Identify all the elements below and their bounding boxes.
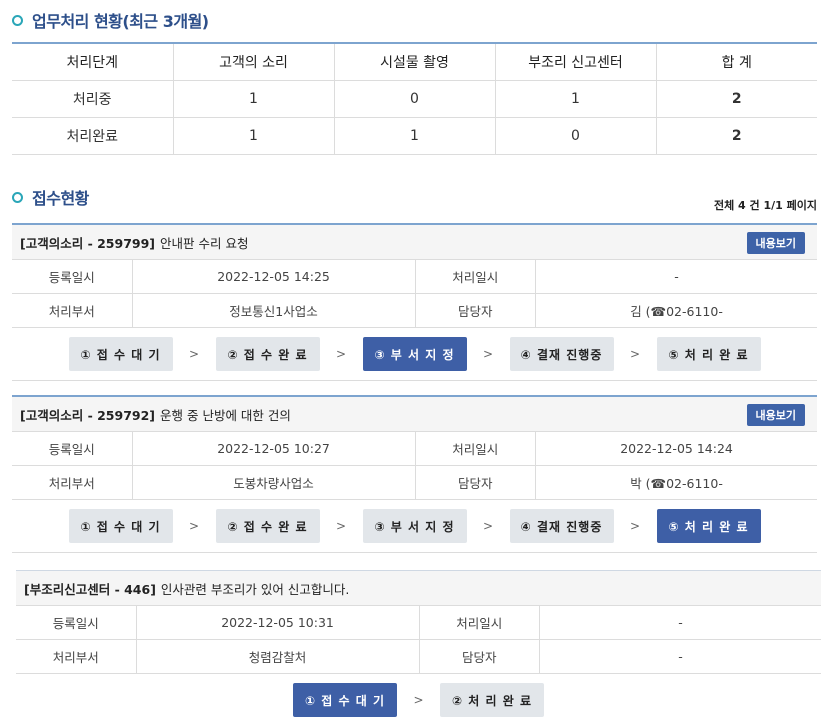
step-button-3[interactable]: ③ 부 서 지 정 [362, 509, 467, 543]
card-tag: [부조리신고센터 - 446] [24, 581, 156, 597]
label-dept: 처리부서 [48, 476, 95, 491]
value-dept: 청렴감찰처 [135, 640, 419, 673]
section-title-status: 업무처리 현황(최근 3개월) [12, 8, 209, 32]
info-row: 등록일시 2022-12-05 10:31 처리일시 - [16, 606, 821, 640]
step-separator: > [188, 519, 200, 533]
label-dept: 처리부서 [48, 304, 95, 319]
summary-header: 고객의 소리 [172, 42, 334, 81]
step-button-4[interactable]: ④ 결재 진행중 [509, 337, 614, 371]
step-button-2[interactable]: ② 접 수 완 료 [215, 337, 320, 371]
card-header: [부조리신고센터 - 446] 인사관련 부조리가 있어 신고합니다. [16, 571, 821, 606]
table-cell: 0 [333, 80, 495, 118]
step-separator: > [335, 519, 347, 533]
step-separator: > [413, 693, 424, 707]
label-reg-date: 등록일시 [48, 270, 95, 285]
label-manager: 담당자 [414, 294, 536, 327]
card-subject: 인사관련 부조리가 있어 신고합니다. [160, 581, 350, 597]
summary-header-row: 처리단계 고객의 소리 시설물 촬영 부조리 신고센터 합 계 [12, 42, 817, 81]
card-header: [고객의소리 - 259792] 운행 중 난방에 대한 건의 내용보기 [12, 397, 817, 432]
value-proc-date: - [535, 260, 817, 293]
info-row: 등록일시 2022-12-05 14:25 처리일시 - [12, 260, 817, 294]
info-row: 처리부서 정보통신1사업소 담당자 김 (☎02-6110- [12, 294, 817, 328]
card-header: [고객의소리 - 259799] 안내판 수리 요청 내용보기 [12, 225, 817, 260]
summary-header: 시설물 촬영 [333, 42, 495, 81]
summary-header: 부조리 신고센터 [494, 42, 656, 81]
step-separator: > [335, 347, 347, 361]
step-button-1[interactable]: ① 접 수 대 기 [68, 509, 173, 543]
table-cell: 1 [494, 80, 656, 118]
table-row: 처리완료 1 1 0 2 [12, 117, 817, 155]
step-separator: > [482, 347, 494, 361]
progress-steps: ① 접 수 대 기 > ② 접 수 완 료 > ③ 부 서 지 정 > ④ 결재… [12, 328, 817, 381]
step-button-1[interactable]: ① 접 수 대 기 [293, 683, 397, 717]
label-manager: 담당자 [414, 466, 536, 499]
label-reg-date: 등록일시 [48, 442, 95, 457]
section-title-receipts: 접수현황 [12, 185, 89, 209]
value-dept: 도봉차량사업소 [131, 466, 415, 499]
step-separator: > [188, 347, 200, 361]
label-manager: 담당자 [418, 640, 540, 673]
receipt-card: [고객의소리 - 259799] 안내판 수리 요청 내용보기 등록일시 202… [12, 223, 817, 381]
step-button-2[interactable]: ② 접 수 완 료 [215, 509, 320, 543]
section-title-text: 업무처리 현황(최근 3개월) [32, 12, 209, 31]
table-row: 처리중 1 0 1 2 [12, 80, 817, 118]
card-subject: 운행 중 난방에 대한 건의 [160, 407, 291, 423]
info-row: 등록일시 2022-12-05 10:27 처리일시 2022-12-05 14… [12, 432, 817, 466]
step-button-2[interactable]: ② 처 리 완 료 [440, 683, 544, 717]
info-row: 처리부서 청렴감찰처 담당자 - [16, 640, 821, 674]
table-cell: 처리완료 [12, 117, 173, 155]
view-content-button[interactable]: 내용보기 [746, 404, 805, 426]
summary-header: 처리단계 [12, 42, 173, 81]
table-cell-total: 2 [655, 117, 817, 155]
step-button-5[interactable]: ⑤ 처 리 완 료 [656, 337, 761, 371]
label-reg-date: 등록일시 [52, 616, 99, 631]
value-manager: - [539, 640, 821, 673]
value-proc-date: 2022-12-05 14:24 [535, 432, 817, 465]
card-tag: [고객의소리 - 259792] [20, 407, 156, 423]
value-manager: 박 (☎02-6110- [535, 466, 817, 499]
value-manager: 김 (☎02-6110- [535, 294, 817, 327]
label-dept: 처리부서 [52, 650, 99, 665]
card-subject: 안내판 수리 요청 [160, 235, 249, 251]
bullet-icon [12, 14, 23, 26]
table-cell: 0 [494, 117, 656, 155]
section-title-text: 접수현황 [32, 189, 89, 208]
step-separator: > [482, 519, 494, 533]
value-proc-date: - [539, 606, 821, 639]
value-reg-date: 2022-12-05 10:31 [135, 606, 419, 639]
summary-header: 합 계 [655, 42, 817, 81]
card-tag: [고객의소리 - 259799] [20, 235, 156, 251]
label-proc-date: 처리일시 [414, 260, 536, 293]
pagination-summary: 전체 4 건 1/1 페이지 [713, 199, 817, 212]
table-cell: 1 [172, 80, 334, 118]
label-proc-date: 처리일시 [418, 606, 540, 639]
value-dept: 정보통신1사업소 [131, 294, 415, 327]
step-button-3[interactable]: ③ 부 서 지 정 [362, 337, 467, 371]
table-cell-total: 2 [655, 80, 817, 118]
value-reg-date: 2022-12-05 10:27 [131, 432, 415, 465]
value-reg-date: 2022-12-05 14:25 [131, 260, 415, 293]
progress-steps: ① 접 수 대 기 > ② 처 리 완 료 [16, 674, 821, 726]
table-cell: 처리중 [12, 80, 173, 118]
receipt-card: [고객의소리 - 259792] 운행 중 난방에 대한 건의 내용보기 등록일… [12, 395, 817, 553]
step-separator: > [629, 519, 641, 533]
view-content-button[interactable]: 내용보기 [746, 232, 805, 254]
receipt-card: [부조리신고센터 - 446] 인사관련 부조리가 있어 신고합니다. 등록일시… [16, 570, 821, 726]
step-button-1[interactable]: ① 접 수 대 기 [68, 337, 173, 371]
step-button-5[interactable]: ⑤ 처 리 완 료 [656, 509, 761, 543]
step-separator: > [629, 347, 641, 361]
summary-table: 처리단계 고객의 소리 시설물 촬영 부조리 신고센터 합 계 처리중 1 0 … [12, 42, 817, 155]
info-row: 처리부서 도봉차량사업소 담당자 박 (☎02-6110- [12, 466, 817, 500]
table-cell: 1 [172, 117, 334, 155]
bullet-icon [12, 191, 23, 203]
label-proc-date: 처리일시 [414, 432, 536, 465]
table-cell: 1 [333, 117, 495, 155]
progress-steps: ① 접 수 대 기 > ② 접 수 완 료 > ③ 부 서 지 정 > ④ 결재… [12, 500, 817, 553]
step-button-4[interactable]: ④ 결재 진행중 [509, 509, 614, 543]
